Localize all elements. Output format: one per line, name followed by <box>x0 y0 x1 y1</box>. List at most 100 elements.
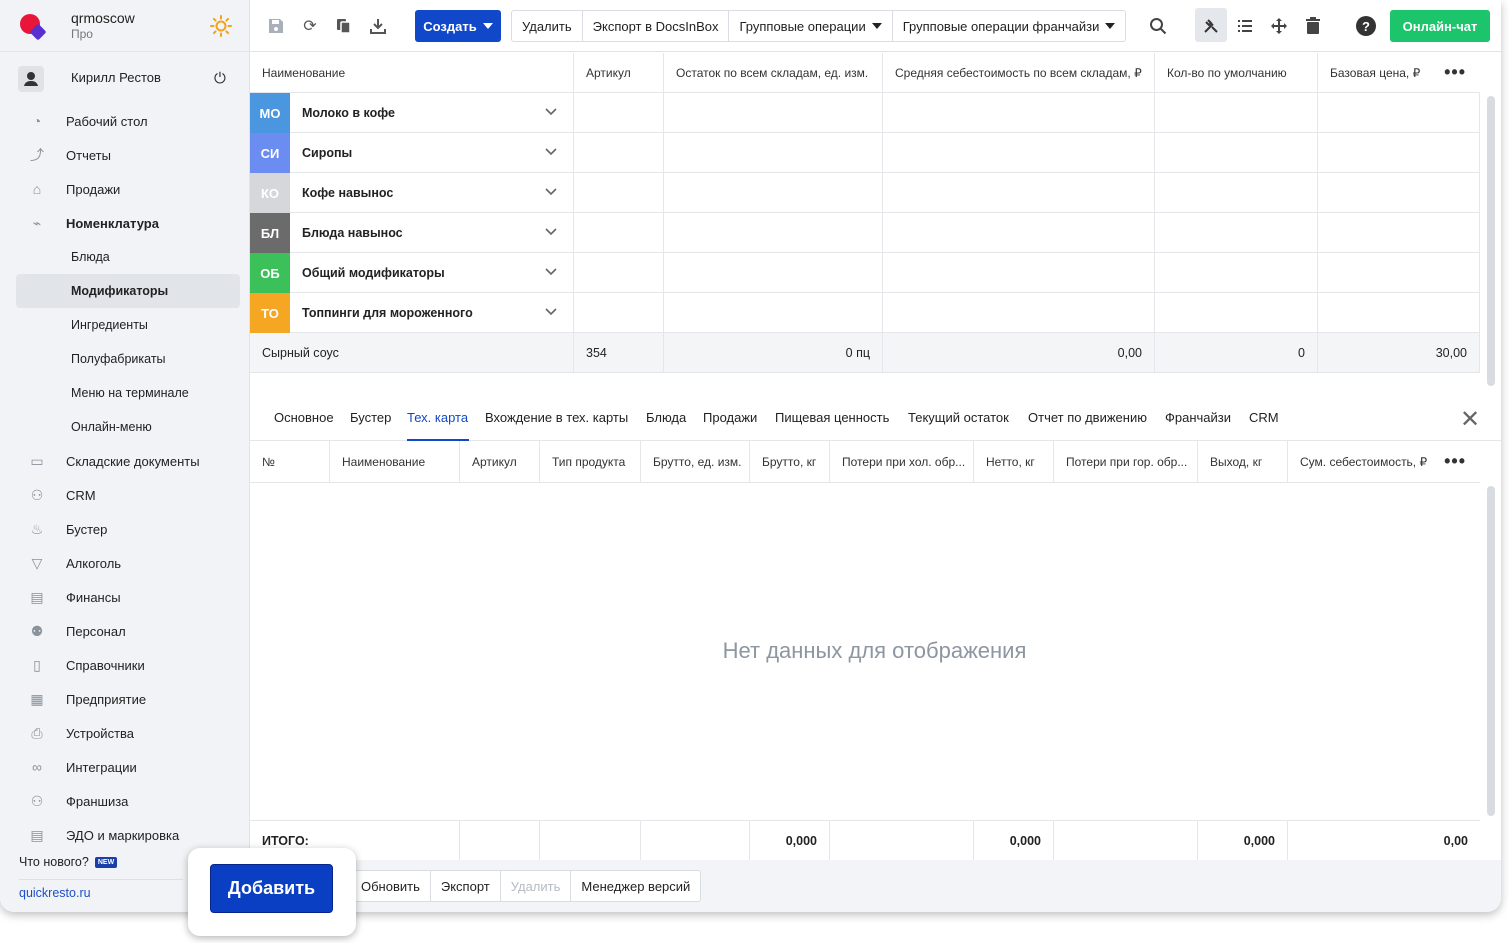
sidebar-item[interactable]: ⌂ Продажи <box>16 172 240 206</box>
column-header[interactable]: № <box>250 441 330 482</box>
column-header[interactable]: Потери при хол. обр... <box>830 441 974 482</box>
move-icon[interactable] <box>1267 14 1291 38</box>
tab[interactable]: CRM <box>1249 410 1279 425</box>
theme-sun-icon[interactable] <box>210 15 232 37</box>
sidebar-item[interactable]: ⚉ Персонал <box>16 614 240 648</box>
sidebar-item[interactable]: ▽ Алкоголь <box>16 546 240 580</box>
tools-icon[interactable] <box>1199 14 1223 38</box>
avatar[interactable] <box>18 66 44 92</box>
delete-button[interactable]: Удалить <box>501 871 572 901</box>
tab[interactable]: Вхождение в тех. карты <box>485 410 628 425</box>
more-icon[interactable]: ••• <box>1444 62 1466 83</box>
group-ops-franchise-dropdown[interactable]: Групповые операции франчайзи <box>893 11 1126 41</box>
tag-icon: ⌁ <box>32 215 42 231</box>
sidebar-item[interactable]: ⎙ Устройства <box>16 716 240 750</box>
save-icon[interactable] <box>264 14 288 38</box>
tab[interactable]: Франчайзи <box>1165 410 1231 425</box>
export-docsinbox-button[interactable]: Экспорт в DocsInBox <box>583 11 730 41</box>
group-row[interactable]: СИ Сиропы <box>250 133 1480 173</box>
tab[interactable]: Продажи <box>703 410 757 425</box>
brand-name[interactable]: qrmoscow <box>71 10 135 26</box>
cell <box>1155 93 1318 132</box>
site-link[interactable]: quickresto.ru <box>19 886 91 900</box>
cell <box>664 133 883 172</box>
sidebar-item[interactable]: ◔ Рабочий стол <box>16 104 240 138</box>
column-header[interactable]: Артикул <box>574 53 664 92</box>
add-button-highlight: Добавить <box>188 848 356 936</box>
sidebar-item[interactable]: ▯ Справочники <box>16 648 240 682</box>
group-row[interactable]: КО Кофе навынос <box>250 173 1480 213</box>
sidebar-item-label: Финансы <box>66 590 121 605</box>
column-header[interactable]: Наименование <box>330 441 460 482</box>
refresh-icon[interactable]: ⟳ <box>298 14 322 38</box>
user-name[interactable]: Кирилл Рестов <box>71 70 161 85</box>
version-manager-button[interactable]: Менеджер версий <box>571 871 700 901</box>
sidebar-item[interactable]: ⌁ Номенклатура <box>16 206 240 240</box>
column-header[interactable]: Остаток по всем складам, ед. изм. <box>664 53 883 92</box>
tab[interactable]: Отчет по движению <box>1028 410 1147 425</box>
copy-icon[interactable] <box>332 14 356 38</box>
scrollbar[interactable] <box>1487 486 1495 816</box>
group-row[interactable]: БЛ Блюда навынос <box>250 213 1480 253</box>
sidebar-item[interactable]: Полуфабрикаты <box>16 342 240 376</box>
sidebar-item[interactable]: ▦ Предприятие <box>16 682 240 716</box>
search-icon[interactable] <box>1146 14 1170 38</box>
sidebar-item[interactable]: ⤴ Отчеты <box>16 138 240 172</box>
column-header[interactable]: Выход, кг <box>1198 441 1288 482</box>
column-header[interactable]: Артикул <box>460 441 540 482</box>
group-row[interactable]: ОБ Общий модификаторы <box>250 253 1480 293</box>
group-ops-dropdown[interactable]: Групповые операции <box>729 11 893 41</box>
printer-icon: ⎙ <box>31 725 43 741</box>
tab[interactable]: Бустер <box>350 410 391 425</box>
sidebar-item[interactable]: ▤ Финансы <box>16 580 240 614</box>
help-icon[interactable]: ? <box>1356 16 1376 36</box>
column-header[interactable]: Кол-во по умолчанию <box>1155 53 1318 92</box>
column-header[interactable]: Средняя себестоимость по всем складам, ₽ <box>883 53 1155 92</box>
scrollbar[interactable] <box>1487 96 1495 386</box>
export-button[interactable]: Экспорт <box>431 871 501 901</box>
table-row[interactable]: Сырный соус 354 0 пц 0,00 0 30,00 <box>250 333 1480 373</box>
more-icon[interactable]: ••• <box>1444 451 1466 472</box>
sidebar-item[interactable]: ∞ Интеграции <box>16 750 240 784</box>
close-icon[interactable]: ✕ <box>1460 405 1480 434</box>
chevron-down-icon <box>871 23 882 29</box>
tab[interactable]: Тех. карта <box>407 410 468 425</box>
add-button[interactable]: Добавить <box>210 864 333 913</box>
column-header[interactable]: Брутто, ед. изм. <box>641 441 750 482</box>
divider <box>19 879 183 880</box>
whats-new-link[interactable]: Что нового? NEW <box>19 855 118 869</box>
sidebar-item[interactable]: ⚇ Франшиза <box>16 784 240 818</box>
column-header[interactable]: Потери при гор. обр... <box>1054 441 1198 482</box>
list-settings-icon[interactable] <box>1233 14 1257 38</box>
refresh-button[interactable]: Обновить <box>351 871 431 901</box>
column-header[interactable]: Тип продукта <box>540 441 641 482</box>
group-row[interactable]: МО Молоко в кофе <box>250 93 1480 133</box>
sidebar-item[interactable]: Меню на терминале <box>16 376 240 410</box>
sidebar-item[interactable]: Модификаторы <box>16 274 240 308</box>
user-block[interactable]: Кирилл Рестов ⏻ <box>16 60 240 96</box>
tab[interactable]: Текущий остаток <box>908 410 1009 425</box>
trash-icon[interactable] <box>1301 14 1325 38</box>
download-icon[interactable] <box>366 14 390 38</box>
column-header[interactable]: Брутто, кг <box>750 441 830 482</box>
column-header[interactable]: Нетто, кг <box>974 441 1054 482</box>
sidebar-item[interactable]: ♨ Бустер <box>16 512 240 546</box>
sidebar-item[interactable]: ⚇ CRM <box>16 478 240 512</box>
column-header[interactable]: Наименование <box>250 53 574 92</box>
sidebar-item[interactable]: ▤ ЭДО и маркировка <box>16 818 240 852</box>
power-icon[interactable]: ⏻ <box>214 70 226 87</box>
sidebar-item[interactable]: ▭ Складские документы <box>16 444 240 478</box>
sidebar-item[interactable]: Онлайн-меню <box>16 410 240 444</box>
create-button[interactable]: Создать <box>415 10 501 42</box>
tab[interactable]: Основное <box>274 410 334 425</box>
tab[interactable]: Пищевая ценность <box>775 410 889 425</box>
group-row[interactable]: ТО Топпинги для мороженного <box>250 293 1480 333</box>
toolbar-actions: Удалить Экспорт в DocsInBox Групповые оп… <box>511 10 1127 42</box>
sidebar-item[interactable]: Блюда <box>16 240 240 274</box>
total-cell <box>540 821 641 860</box>
delete-button[interactable]: Удалить <box>512 11 583 41</box>
online-chat-button[interactable]: Онлайн-чат <box>1390 10 1490 42</box>
grid-header: Наименование Артикул Остаток по всем скл… <box>250 53 1480 93</box>
sidebar-item[interactable]: Ингредиенты <box>16 308 240 342</box>
tab[interactable]: Блюда <box>646 410 686 425</box>
